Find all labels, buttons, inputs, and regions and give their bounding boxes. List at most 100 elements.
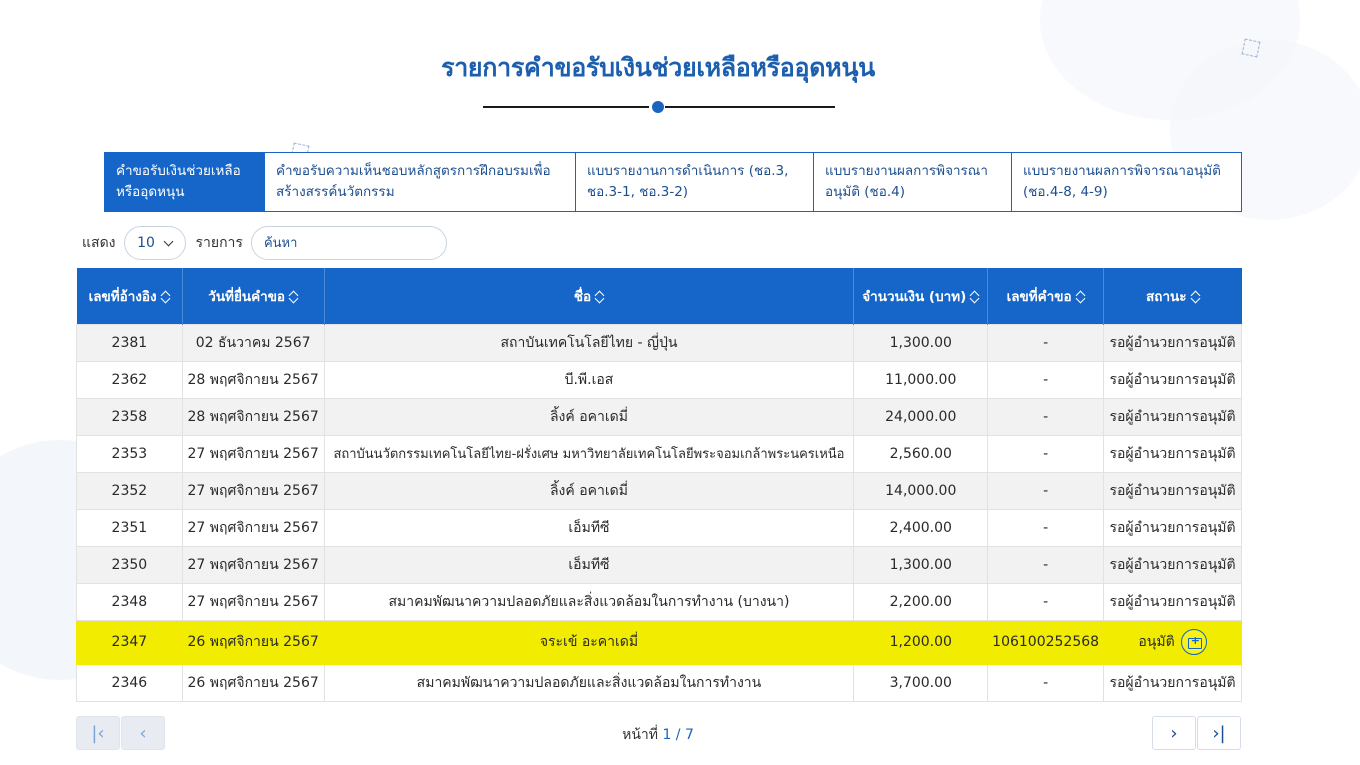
cell-amount: 2,560.00 bbox=[853, 434, 989, 473]
column-header-amount[interactable]: จำนวนเงิน (บาท) bbox=[853, 268, 988, 324]
table-row[interactable]: 2352 27 พฤศจิกายน 2567 ลิ้งค์ อคาเดมี่ 1… bbox=[76, 471, 1242, 510]
title-divider bbox=[483, 101, 835, 113]
page-size-select[interactable]: 10 bbox=[123, 226, 186, 260]
cell-amount: 1,300.00 bbox=[853, 323, 989, 362]
sort-icon bbox=[289, 290, 298, 304]
table-row[interactable]: 2348 27 พฤศจิกายน 2567 สมาคมพัฒนาความปลอ… bbox=[76, 582, 1242, 621]
cell-request-no: - bbox=[987, 323, 1105, 362]
cell-status: รอผู้อำนวยการอนุมัติ bbox=[1103, 582, 1242, 621]
page-indicator: หน้าที่ 1 / 7 bbox=[0, 724, 1316, 746]
status-text: อนุมัติ bbox=[1138, 634, 1175, 650]
search-input[interactable] bbox=[250, 226, 447, 260]
table-row[interactable]: 2353 27 พฤศจิกายน 2567 สถาบันนวัตกรรมเทค… bbox=[76, 434, 1242, 473]
items-label: รายการ bbox=[195, 235, 243, 251]
tab-course-approval-request[interactable]: คำขอรับความเห็นชอบหลักสูตรการฝึกอบรมเพื่… bbox=[265, 152, 576, 212]
last-page-button[interactable]: ›| bbox=[1197, 716, 1241, 750]
tab-bar: คำขอรับเงินช่วยเหลือหรืออุดหนุน คำขอรับค… bbox=[104, 152, 1242, 212]
cell-request-no: - bbox=[987, 545, 1105, 584]
cell-amount: 3,700.00 bbox=[853, 663, 989, 702]
table-toolbar: แสดง 10 รายการ bbox=[82, 226, 447, 260]
cell-date: 26 พฤศจิกายน 2567 bbox=[181, 619, 325, 665]
cell-amount: 11,000.00 bbox=[853, 360, 989, 399]
cell-date: 02 ธันวาคม 2567 bbox=[181, 323, 325, 362]
requests-table: เลขที่อ้างอิง วันที่ยื่นคำขอ ชื่อ จำนวนเ… bbox=[76, 268, 1242, 702]
cell-status: รอผู้อำนวยการอนุมัติ bbox=[1103, 323, 1242, 362]
column-header-name[interactable]: ชื่อ bbox=[323, 268, 854, 324]
page-size-value: 10 bbox=[137, 235, 155, 251]
column-header-date[interactable]: วันที่ยื่นคำขอ bbox=[181, 268, 325, 324]
page-title: รายการคำขอรับเงินช่วยเหลือหรืออุดหนุน bbox=[441, 53, 875, 82]
cell-status: รอผู้อำนวยการอนุมัติ bbox=[1103, 360, 1242, 399]
cell-reference: 2351 bbox=[76, 508, 183, 547]
table-row[interactable]: 2351 27 พฤศจิกายน 2567 เอ็มทีซี 2,400.00… bbox=[76, 508, 1242, 547]
column-header-status[interactable]: สถานะ bbox=[1103, 268, 1242, 324]
cell-request-no: - bbox=[987, 663, 1105, 702]
page-current: 1 / 7 bbox=[662, 727, 694, 743]
sort-icon bbox=[595, 290, 604, 304]
sort-icon bbox=[161, 290, 170, 304]
cell-amount: 24,000.00 bbox=[853, 397, 989, 436]
cell-name: จระเข้ อะคาเดมี่ bbox=[323, 619, 855, 665]
column-header-request-no[interactable]: เลขที่คำขอ bbox=[987, 268, 1104, 324]
cell-reference: 2348 bbox=[76, 582, 183, 621]
cell-request-no: - bbox=[987, 397, 1105, 436]
cell-reference: 2347 bbox=[76, 619, 183, 665]
cell-date: 27 พฤศจิกายน 2567 bbox=[181, 434, 325, 473]
table-row-highlighted[interactable]: 2347 26 พฤศจิกายน 2567 จระเข้ อะคาเดมี่ … bbox=[76, 619, 1242, 665]
next-page-icon: › bbox=[1170, 722, 1178, 744]
cell-status: รอผู้อำนวยการอนุมัติ bbox=[1103, 545, 1242, 584]
folder-add-icon[interactable] bbox=[1180, 629, 1207, 655]
cell-name: ลิ้งค์ อคาเดมี่ bbox=[323, 471, 855, 510]
table-header-row: เลขที่อ้างอิง วันที่ยื่นคำขอ ชื่อ จำนวนเ… bbox=[76, 268, 1242, 324]
cell-date: 26 พฤศจิกายน 2567 bbox=[181, 663, 325, 702]
cell-date: 28 พฤศจิกายน 2567 bbox=[181, 360, 325, 399]
cell-status: รอผู้อำนวยการอนุมัติ bbox=[1103, 471, 1242, 510]
page-label: หน้าที่ bbox=[622, 727, 658, 743]
cell-name: ลิ้งค์ อคาเดมี่ bbox=[323, 397, 855, 436]
table-row[interactable]: 2358 28 พฤศจิกายน 2567 ลิ้งค์ อคาเดมี่ 2… bbox=[76, 397, 1242, 436]
cell-name: สมาคมพัฒนาความปลอดภัยและสิ่งแวดล้อมในการ… bbox=[323, 663, 855, 702]
cell-status: รอผู้อำนวยการอนุมัติ bbox=[1103, 434, 1242, 473]
cell-request-no: - bbox=[987, 582, 1105, 621]
tab-approval-result-report-4-8[interactable]: แบบรายงานผลการพิจารณาอนุมัติ (ชอ.4-8, 4-… bbox=[1012, 152, 1242, 212]
tab-operation-report[interactable]: แบบรายงานการดำเนินการ (ชอ.3, ชอ.3-1, ชอ.… bbox=[576, 152, 814, 212]
cell-name: สมาคมพัฒนาความปลอดภัยและสิ่งแวดล้อมในการ… bbox=[323, 582, 855, 621]
cell-amount: 2,200.00 bbox=[853, 582, 989, 621]
tab-assistance-request[interactable]: คำขอรับเงินช่วยเหลือหรืออุดหนุน bbox=[104, 152, 265, 212]
cell-date: 27 พฤศจิกายน 2567 bbox=[181, 545, 325, 584]
sort-icon bbox=[1076, 290, 1085, 304]
cell-reference: 2353 bbox=[76, 434, 183, 473]
cell-reference: 2362 bbox=[76, 360, 183, 399]
cell-reference: 2352 bbox=[76, 471, 183, 510]
cell-request-no: - bbox=[987, 508, 1105, 547]
cell-status: รอผู้อำนวยการอนุมัติ bbox=[1103, 508, 1242, 547]
cell-status: อนุมัติ bbox=[1103, 619, 1242, 665]
cell-request-no: - bbox=[987, 360, 1105, 399]
cell-amount: 2,400.00 bbox=[853, 508, 989, 547]
cell-request-no: - bbox=[987, 471, 1105, 510]
cell-request-no: - bbox=[987, 434, 1105, 473]
table-row[interactable]: 2362 28 พฤศจิกายน 2567 บี.พี.เอส 11,000.… bbox=[76, 360, 1242, 399]
column-header-reference[interactable]: เลขที่อ้างอิง bbox=[76, 268, 183, 324]
cell-reference: 2358 bbox=[76, 397, 183, 436]
cell-amount: 1,200.00 bbox=[853, 619, 989, 665]
table-row[interactable]: 2350 27 พฤศจิกายน 2567 เอ็มทีซี 1,300.00… bbox=[76, 545, 1242, 584]
cell-name: สถาบันนวัตกรรมเทคโนโลยีไทย-ฝรั่งเศษ มหาว… bbox=[323, 434, 855, 473]
cell-status: รอผู้อำนวยการอนุมัติ bbox=[1103, 397, 1242, 436]
last-page-icon: ›| bbox=[1212, 722, 1226, 744]
cell-date: 27 พฤศจิกายน 2567 bbox=[181, 471, 325, 510]
sort-icon bbox=[1191, 290, 1200, 304]
table-row[interactable]: 2381 02 ธันวาคม 2567 สถาบันเทคโนโลยีไทย … bbox=[76, 323, 1242, 362]
cell-name: เอ็มทีซี bbox=[323, 508, 855, 547]
tab-approval-result-report[interactable]: แบบรายงานผลการพิจารณาอนุมัติ (ชอ.4) bbox=[814, 152, 1012, 212]
sort-icon bbox=[970, 290, 979, 304]
cell-date: 28 พฤศจิกายน 2567 bbox=[181, 397, 325, 436]
cell-status: รอผู้อำนวยการอนุมัติ bbox=[1103, 663, 1242, 702]
cell-request-no: 106100252568 bbox=[987, 619, 1105, 665]
cell-name: สถาบันเทคโนโลยีไทย - ญี่ปุ่น bbox=[323, 323, 855, 362]
table-row[interactable]: 2346 26 พฤศจิกายน 2567 สมาคมพัฒนาความปลอ… bbox=[76, 663, 1242, 702]
cell-date: 27 พฤศจิกายน 2567 bbox=[181, 508, 325, 547]
next-page-button[interactable]: › bbox=[1152, 716, 1196, 750]
cell-date: 27 พฤศจิกายน 2567 bbox=[181, 582, 325, 621]
cell-reference: 2346 bbox=[76, 663, 183, 702]
